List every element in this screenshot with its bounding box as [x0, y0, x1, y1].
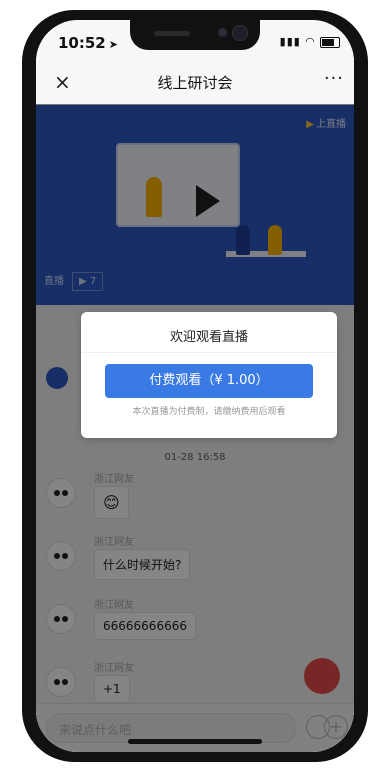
status-bar: 10:52 ➤ ▮▮▮ ◠	[36, 20, 354, 60]
modal-divider	[81, 352, 337, 353]
page-title: 线上研讨会	[157, 74, 233, 92]
speaker	[154, 31, 190, 36]
status-time: 10:52 ➤	[58, 34, 118, 52]
sensor-icon	[218, 28, 227, 37]
modal-title: 欢迎观看直播	[169, 330, 248, 345]
location-arrow-icon: ➤	[108, 38, 118, 51]
pay-to-watch-button[interactable]: 付费观看（¥ 1.00）	[105, 364, 313, 398]
battery-icon	[320, 36, 340, 48]
status-icons: ▮▮▮ ◠	[280, 35, 340, 48]
wifi-icon: ◠	[305, 35, 316, 48]
top-navbar: × 线上研讨会 ···	[36, 60, 354, 105]
device-notch	[130, 20, 260, 50]
front-camera-icon	[232, 25, 248, 41]
pay-modal: 欢迎观看直播 付费观看（¥ 1.00） 本次直播为付费制，请缴纳费用后观看	[81, 312, 337, 438]
modal-note: 本次直播为付费制，请缴纳费用后观看	[132, 407, 286, 417]
phone-frame: 10:52 ➤ ▮▮▮ ◠ × 线上研讨会 ··· ▶ 上直播 直播 ▶ 7 0…	[22, 10, 368, 762]
app-screen: 10:52 ➤ ▮▮▮ ◠ × 线上研讨会 ··· ▶ 上直播 直播 ▶ 7 0…	[36, 20, 354, 752]
cellular-signal-icon: ▮▮▮	[279, 35, 301, 48]
home-indicator[interactable]	[128, 739, 262, 744]
more-options-icon[interactable]: ···	[324, 68, 344, 89]
